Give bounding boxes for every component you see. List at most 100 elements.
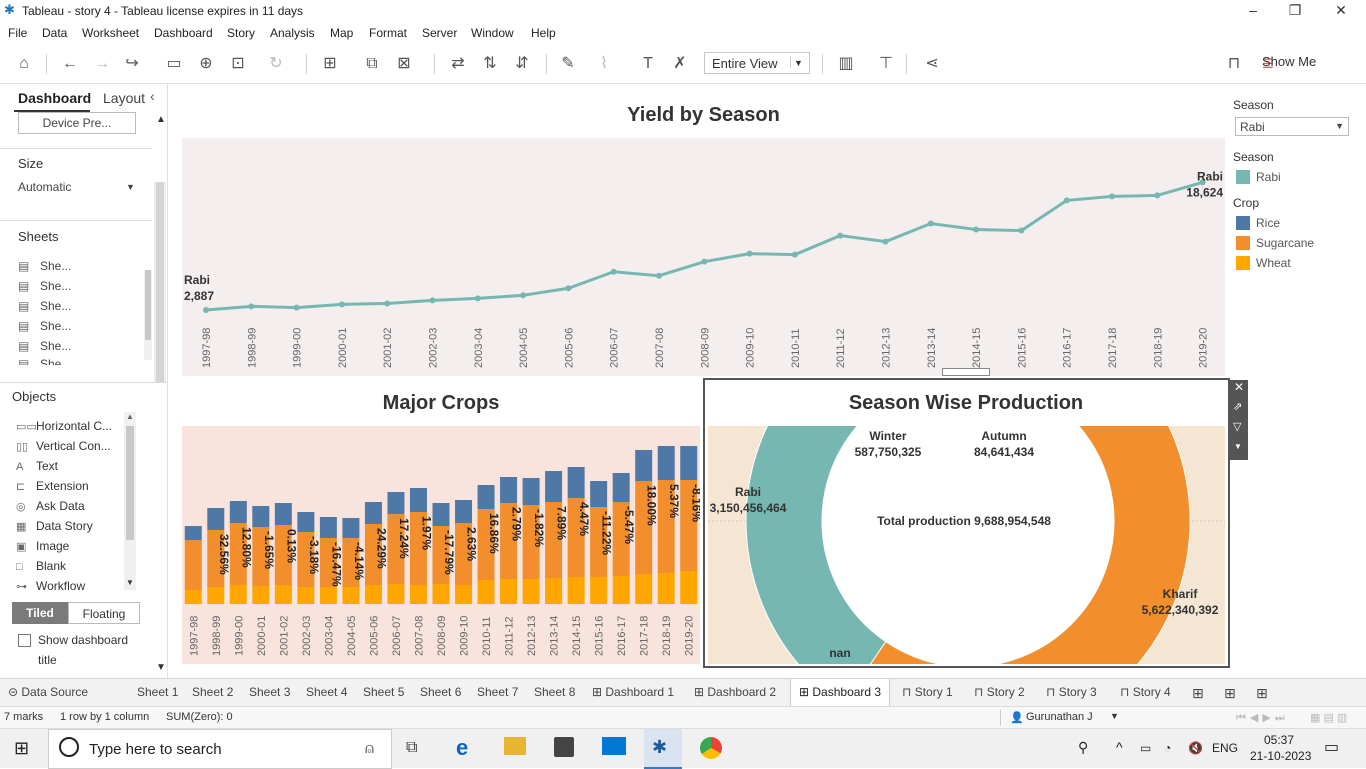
more-options-icon[interactable]: ▼ (1234, 442, 1242, 451)
data-point[interactable] (656, 272, 662, 279)
menu-story[interactable]: Story (227, 26, 255, 40)
bar-segment-wheat[interactable] (432, 584, 450, 604)
show-title-checkbox[interactable] (18, 634, 31, 647)
bar-segment-wheat[interactable] (522, 579, 540, 604)
tab-dashboard-1[interactable]: ⊞ Dashboard 1 (592, 685, 674, 699)
sheet-list-item[interactable]: ▤ She... (18, 339, 71, 353)
bar-segment-wheat[interactable] (680, 571, 698, 604)
sort-ascending-icon[interactable]: ⇅ (478, 52, 502, 76)
sheet-list-item[interactable]: ▤ She... (18, 279, 71, 293)
edge-icon[interactable]: e (456, 735, 468, 761)
data-point[interactable] (610, 268, 617, 275)
refresh-icon[interactable]: ↻ (264, 52, 288, 76)
new-worksheet-icon[interactable]: ⊞ (318, 52, 342, 76)
undo-icon[interactable]: ← (58, 52, 82, 76)
redo-icon[interactable]: → (90, 52, 114, 76)
bar-segment-wheat[interactable] (229, 585, 247, 604)
file-explorer-icon[interactable] (504, 737, 526, 755)
data-point[interactable] (293, 304, 300, 311)
data-point[interactable] (1109, 193, 1115, 200)
data-point[interactable] (973, 226, 980, 233)
object-blank[interactable]: □ Blank (16, 559, 66, 573)
bar-segment-rice[interactable] (184, 526, 202, 540)
tab-layout[interactable]: Layout (103, 90, 145, 106)
new-dashboard-tab-icon[interactable]: ⊞ (1224, 685, 1236, 702)
bar-segment-rice[interactable] (229, 501, 247, 523)
bar-segment-rice[interactable] (657, 446, 675, 480)
chevron-down-icon[interactable]: ▼ (126, 182, 135, 192)
yield-line-chart[interactable]: 1997-98 1998-99 1999-00 2000-01 2001-02 2002-… (182, 138, 1225, 376)
taskbar-search[interactable]: Type here to search ⍝ (48, 729, 392, 769)
people-icon[interactable]: ⚲ (1078, 739, 1088, 756)
chrome-icon[interactable] (700, 737, 722, 759)
tab-story-4[interactable]: ⊓ Story 4 (1120, 685, 1171, 699)
bar-segment-wheat[interactable] (567, 577, 585, 604)
tab-dashboard-3[interactable]: ⊞ Dashboard 3 (790, 679, 891, 707)
bar-segment-wheat[interactable] (297, 587, 315, 604)
bar-segment-rice[interactable] (297, 512, 315, 532)
mail-icon[interactable] (602, 737, 626, 755)
season-filter-dropdown[interactable]: Rabi ▼ (1235, 117, 1349, 136)
bar-segment-rice[interactable] (590, 481, 608, 507)
sheet-list-item[interactable]: ▤ She... (18, 319, 71, 333)
floating-button[interactable]: Floating (68, 602, 140, 624)
format-painter-icon[interactable]: ⊓ (1222, 52, 1246, 76)
data-point[interactable] (927, 220, 934, 227)
data-point[interactable] (837, 232, 844, 239)
object-text[interactable]: A Text (16, 459, 58, 473)
bar-segment-wheat[interactable] (252, 586, 270, 604)
legend-item-rabi[interactable]: Rabi (1236, 170, 1281, 184)
new-data-source-icon[interactable]: ⊕ (194, 52, 218, 76)
tab-sheet-4[interactable]: Sheet 4 (306, 685, 347, 699)
save-icon[interactable]: ▭ (162, 52, 186, 76)
attach-icon[interactable]: ⌇ (592, 52, 616, 76)
fix-axes-icon[interactable]: ✗ (668, 52, 692, 76)
user-name[interactable]: Gurunathan J (1026, 711, 1093, 723)
scrollbar-thumb[interactable] (156, 182, 164, 382)
bar-segment-rice[interactable] (409, 488, 427, 512)
go-to-sheet-icon[interactable]: ⇗ (1233, 400, 1242, 413)
object-vertical-container[interactable]: ▯▯ Vertical Con... (16, 439, 111, 453)
menu-map[interactable]: Map (330, 26, 353, 40)
bar-segment-wheat[interactable] (207, 587, 225, 604)
tiled-button[interactable]: Tiled (12, 602, 68, 624)
tab-dashboard[interactable]: Dashboard (18, 90, 91, 106)
data-point[interactable] (248, 303, 255, 310)
scroll-up-icon[interactable]: ▲ (156, 114, 166, 125)
bar-segment-rice[interactable] (680, 446, 698, 480)
pause-updates-icon[interactable]: ⊡ (226, 52, 250, 76)
menu-format[interactable]: Format (369, 26, 407, 40)
language-indicator[interactable]: ENG (1212, 741, 1238, 755)
object-workflow[interactable]: ⊶ Workflow (16, 579, 85, 593)
bar-segment-wheat[interactable] (477, 580, 495, 604)
microphone-icon[interactable]: ⍝ (365, 740, 374, 757)
panel-scrollbar[interactable] (154, 182, 166, 382)
bar-segment-wheat[interactable] (657, 573, 675, 604)
volume-muted-icon[interactable]: 🔇 (1188, 741, 1203, 755)
notifications-icon[interactable]: ▭ (1324, 737, 1339, 757)
clear-sheet-icon[interactable]: ⊠ (392, 52, 416, 76)
data-point[interactable] (429, 297, 436, 304)
clock-time[interactable]: 05:37 (1264, 733, 1294, 747)
pager-icons[interactable]: ⏮◀▶⏭ (1236, 711, 1289, 725)
bar-segment-rice[interactable] (252, 506, 270, 527)
highlight-icon[interactable]: ✎ (556, 52, 580, 76)
bar-segment-rice[interactable] (522, 478, 540, 505)
bar-segment-wheat[interactable] (387, 584, 405, 604)
bar-segment-rice[interactable] (545, 471, 563, 502)
bar-segment-rice[interactable] (342, 518, 360, 538)
tab-data-source[interactable]: ⊝ Data Source (8, 685, 88, 699)
data-point[interactable] (791, 251, 798, 258)
objects-scrollbar[interactable]: ▲ ▼ (124, 412, 136, 590)
bar-segment-wheat[interactable] (455, 585, 473, 604)
bar-segment-rice[interactable] (455, 500, 473, 523)
sheet-list-item[interactable]: ▤ She... (18, 357, 71, 365)
close-icon[interactable]: ✕ (1234, 380, 1244, 394)
task-view-icon[interactable]: ⧉ (406, 739, 417, 757)
bar-segment-rice[interactable] (477, 485, 495, 509)
tab-sheet-7[interactable]: Sheet 7 (477, 685, 518, 699)
menu-data[interactable]: Data (42, 26, 67, 40)
close-button[interactable]: ✕ (1318, 2, 1364, 22)
show-cards-icon[interactable]: ▥ (834, 52, 858, 76)
show-me-button[interactable]: Show Me (1262, 54, 1316, 69)
